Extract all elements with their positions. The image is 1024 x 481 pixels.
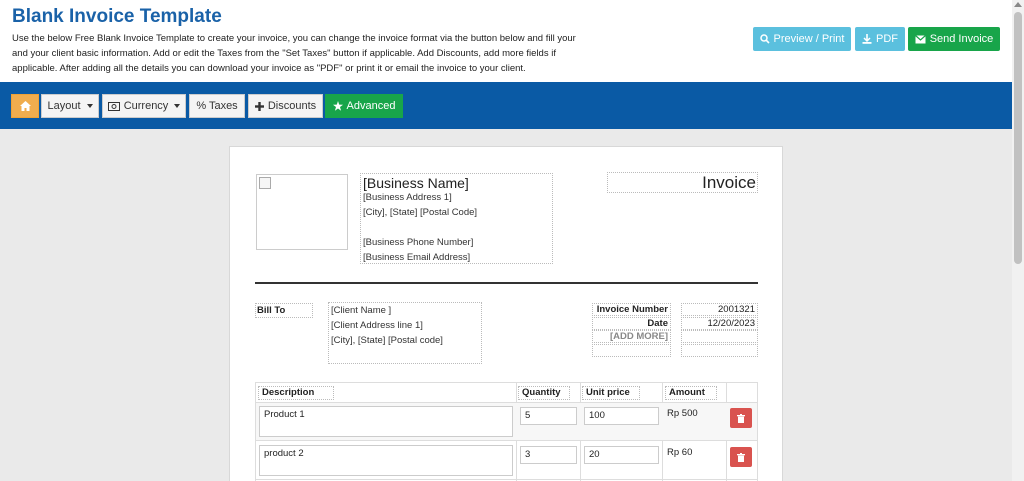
scroll-up-arrow-icon[interactable] [1014, 2, 1022, 7]
extra-meta-value[interactable] [681, 344, 758, 357]
amount-value: Rp 500 [667, 408, 698, 419]
page-title: Blank Invoice Template [12, 6, 222, 27]
envelope-icon [914, 34, 926, 43]
client-city[interactable]: [City], [State] [Postal code] [331, 335, 443, 346]
unit-price-header[interactable]: Unit price [582, 386, 640, 400]
business-info[interactable]: [Business Name] [Business Address 1] [Ci… [360, 173, 553, 264]
home-icon [19, 101, 31, 111]
date-value[interactable]: 12/20/2023 [681, 317, 758, 330]
pdf-button[interactable]: PDF [855, 27, 905, 51]
table-row: Product 1 5 100 Rp 500 [256, 403, 757, 441]
currency-dropdown[interactable]: Currency [102, 94, 186, 118]
bill-to-label[interactable]: Bill To [255, 303, 313, 318]
extra-meta-label[interactable] [592, 344, 671, 357]
preview-print-button[interactable]: Preview / Print [753, 27, 851, 51]
toolbar: Layout Currency % Taxes Discounts Advanc… [0, 82, 1012, 129]
invoice-sheet: [Business Name] [Business Address 1] [Ci… [229, 146, 783, 481]
layout-label: Layout [47, 100, 81, 112]
quantity-input[interactable]: 5 [520, 407, 577, 425]
add-more-value[interactable] [681, 330, 758, 343]
caret-down-icon [86, 104, 93, 108]
business-phone[interactable]: [Business Phone Number] [363, 237, 473, 248]
taxes-button[interactable]: % Taxes [189, 94, 245, 118]
page-header: Blank Invoice Template Use the below Fre… [0, 0, 1012, 82]
currency-label: Currency [123, 100, 169, 112]
header-divider [255, 282, 758, 284]
business-city[interactable]: [City], [State] [Postal Code] [363, 207, 477, 218]
delete-row-button[interactable] [730, 447, 752, 467]
client-address[interactable]: [Client Address line 1] [331, 320, 423, 331]
plus-icon [254, 101, 264, 111]
delete-row-button[interactable] [730, 408, 752, 428]
advanced-label: Advanced [346, 100, 396, 112]
date-label[interactable]: Date [592, 317, 671, 330]
layout-dropdown[interactable]: Layout [41, 94, 99, 118]
home-button[interactable] [11, 94, 39, 118]
business-name[interactable]: [Business Name] [363, 175, 469, 191]
amount-value: Rp 60 [667, 447, 693, 458]
logo-upload[interactable] [256, 174, 348, 250]
invoice-number-value[interactable]: 2001321 [681, 303, 758, 316]
client-info[interactable]: [Client Name ] [Client Address line 1] [… [328, 302, 482, 364]
search-icon [759, 34, 770, 44]
pdf-label: PDF [876, 33, 898, 45]
page-scrollbar[interactable] [1012, 0, 1024, 481]
invoice-title[interactable]: Invoice [607, 172, 758, 193]
trash-icon [737, 452, 745, 462]
unit-price-input[interactable]: 20 [584, 446, 659, 464]
line-items-table: Description Quantity Unit price Amount P… [255, 382, 758, 481]
amount-header[interactable]: Amount [665, 386, 717, 400]
unit-price-input[interactable]: 100 [584, 407, 659, 425]
broken-image-icon [259, 177, 271, 189]
money-icon [107, 101, 120, 111]
send-invoice-label: Send Invoice [929, 33, 994, 45]
send-invoice-button[interactable]: Send Invoice [908, 27, 1000, 51]
quantity-input[interactable]: 3 [520, 446, 577, 464]
advanced-button[interactable]: Advanced [325, 94, 403, 118]
scroll-thumb[interactable] [1014, 12, 1022, 264]
preview-print-label: Preview / Print [773, 33, 845, 45]
table-header-row: Description Quantity Unit price Amount [256, 383, 757, 403]
caret-down-icon [174, 104, 181, 108]
star-icon [332, 101, 343, 111]
description-header[interactable]: Description [258, 386, 334, 400]
business-email[interactable]: [Business Email Address] [363, 252, 470, 263]
description-input[interactable]: product 2 [259, 445, 513, 476]
invoice-number-label[interactable]: Invoice Number [592, 303, 671, 316]
download-icon [862, 34, 872, 44]
business-address[interactable]: [Business Address 1] [363, 192, 452, 203]
quantity-header[interactable]: Quantity [518, 386, 570, 400]
table-row: product 2 3 20 Rp 60 [256, 442, 757, 480]
trash-icon [737, 413, 745, 423]
discounts-button[interactable]: Discounts [248, 94, 323, 118]
client-name[interactable]: [Client Name ] [331, 305, 391, 316]
taxes-label: % Taxes [196, 100, 238, 112]
add-more-link[interactable]: [ADD MORE] [592, 330, 671, 343]
discounts-label: Discounts [267, 100, 317, 112]
description-input[interactable]: Product 1 [259, 406, 513, 437]
page-description: Use the below Free Blank Invoice Templat… [12, 33, 576, 74]
